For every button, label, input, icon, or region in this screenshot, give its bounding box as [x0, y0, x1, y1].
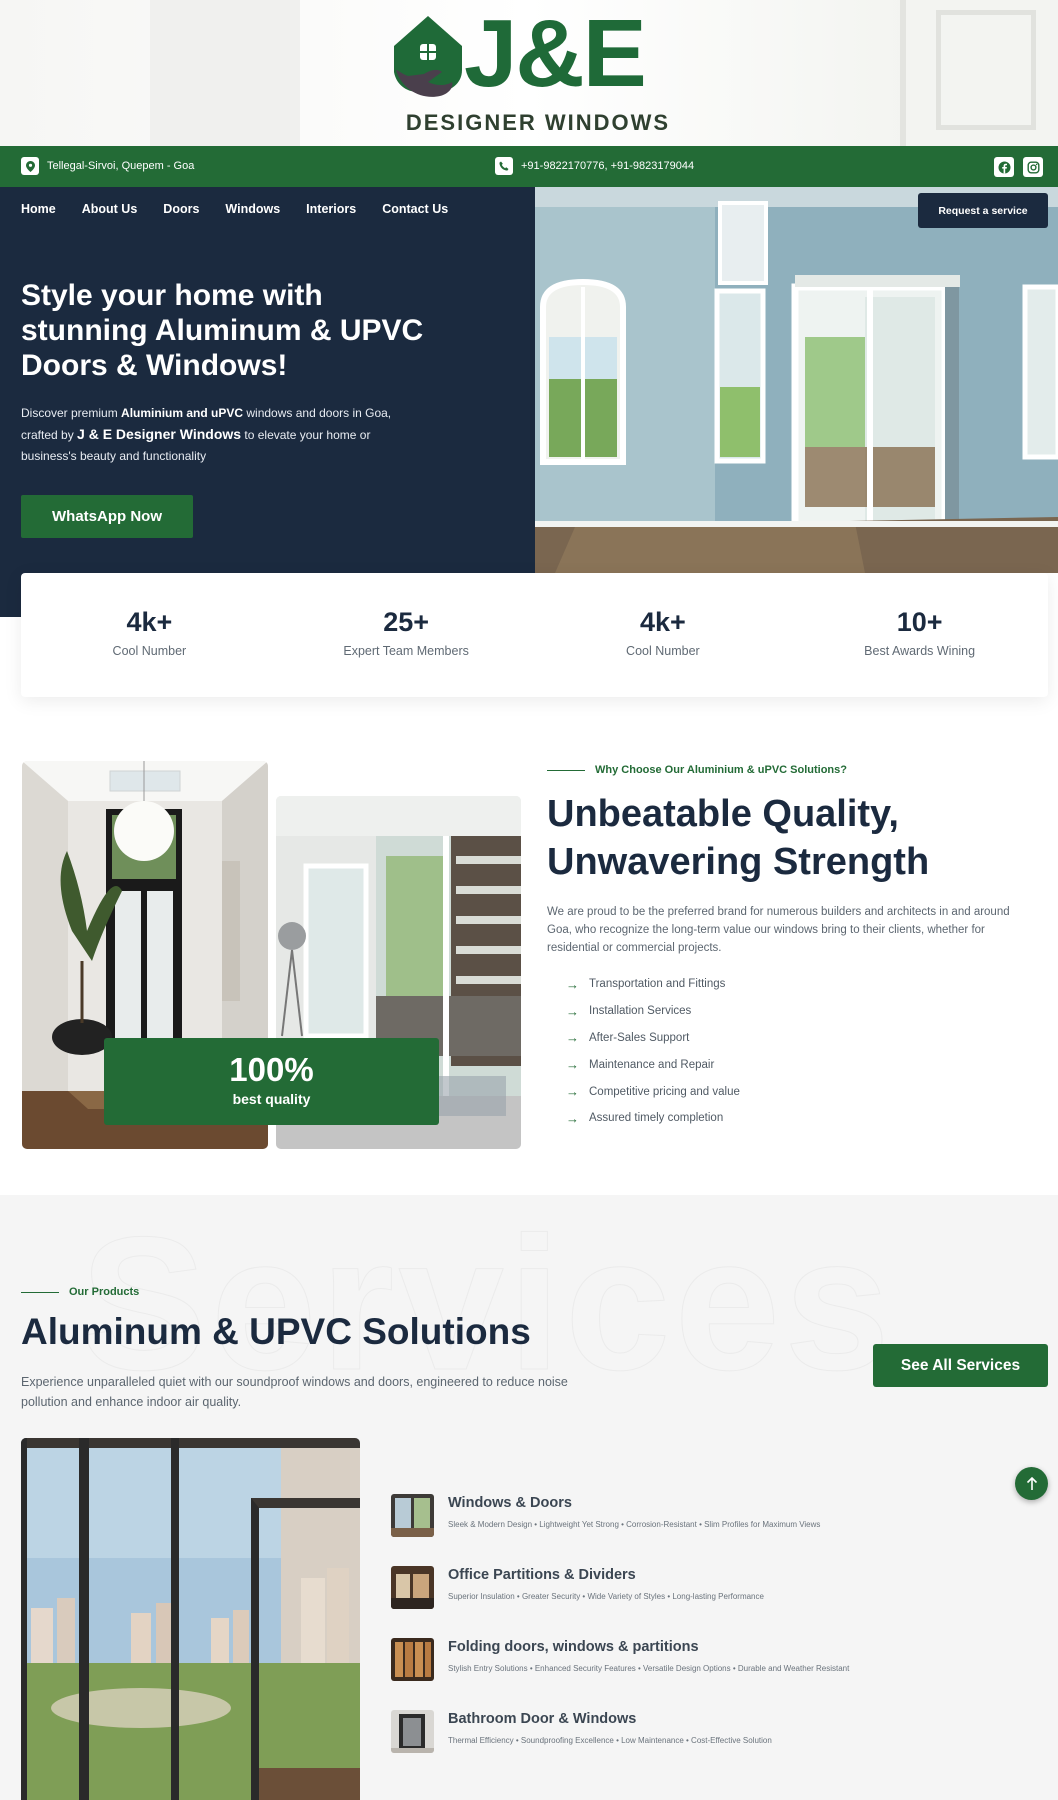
product-thumbnail	[391, 1710, 434, 1753]
arrow-right-icon: →	[566, 1057, 579, 1073]
arrow-right-icon: →	[566, 1110, 579, 1126]
product-item[interactable]: Bathroom Door & Windows Thermal Efficien…	[391, 1710, 1051, 1754]
list-item: → Assured timely completion	[566, 1105, 740, 1132]
why-feature-list: → Transportation and Fittings → Installati…	[566, 971, 740, 1132]
list-item: → Installation Services	[566, 998, 740, 1025]
badge-number: 100%	[229, 1051, 314, 1088]
arrow-right-icon: →	[566, 1084, 579, 1100]
why-title: Unbeatable Quality, Unwavering Strength	[547, 793, 930, 883]
stat-number: 10+	[896, 607, 943, 637]
map-pin-icon	[21, 157, 39, 175]
list-item: → Maintenance and Repair	[566, 1051, 740, 1078]
product-thumbnail	[391, 1566, 434, 1609]
services-description: Experience unparalleled quiet with our s…	[21, 1375, 568, 1409]
hero-desc-highlight: Aluminium and uPVC	[121, 406, 244, 420]
background-window-right	[900, 0, 1058, 146]
stat-item: 10+ Best Awards Wining	[791, 573, 1048, 697]
services-title: Aluminum & UPVC Solutions	[21, 1311, 531, 1352]
arrow-right-icon: →	[566, 1030, 579, 1046]
city-view-window-image	[21, 1438, 360, 1800]
stat-label: Best Awards Wining	[864, 644, 976, 658]
list-item: → Competitive pricing and value	[566, 1078, 740, 1105]
product-features: Stylish Entry Solutions • Enhanced Secur…	[448, 1664, 850, 1673]
scroll-to-top-button[interactable]	[1015, 1467, 1048, 1500]
contact-topbar: Tellegal-Sirvoi, Quepem - Goa +91-982217…	[0, 146, 1058, 187]
product-features: Sleek & Modern Design • Lightweight Yet …	[448, 1520, 821, 1529]
product-thumbnail	[391, 1494, 434, 1537]
product-features: Superior Insulation • Greater Security •…	[448, 1592, 764, 1601]
location-text: Tellegal-Sirvoi, Quepem - Goa	[47, 160, 195, 172]
hero-room-image	[535, 187, 1058, 573]
logo-tagline: DESIGNER WINDOWS	[405, 110, 671, 135]
phone-info[interactable]: +91-9822170776, +91-9823179044	[495, 157, 694, 175]
main-nav: Home About Us Doors Windows Interiors Co…	[21, 202, 448, 216]
product-item[interactable]: Folding doors, windows & partitions Styl…	[391, 1638, 1051, 1682]
list-item-label: Competitive pricing and value	[589, 1085, 740, 1098]
nav-item-doors[interactable]: Doors	[163, 202, 199, 216]
request-service-button[interactable]: Request a service	[918, 193, 1048, 228]
hero-title: Style your home with stunning Aluminum &…	[21, 279, 424, 382]
stat-label: Expert Team Members	[343, 644, 469, 658]
stat-number: 25+	[383, 607, 430, 637]
stats-card: 4k+ Cool Number 25+ Expert Team Members …	[21, 573, 1048, 697]
arrow-right-icon: →	[566, 1003, 579, 1019]
hero-section: Home About Us Doors Windows Interiors Co…	[0, 187, 535, 617]
services-eyebrow: Our Products	[21, 1286, 139, 1298]
product-item[interactable]: Office Partitions & Dividers Superior In…	[391, 1566, 1051, 1610]
location-info: Tellegal-Sirvoi, Quepem - Goa	[21, 157, 194, 175]
site-logo[interactable]: J&E DESIGNER WINDOWS	[388, 6, 688, 138]
instagram-icon[interactable]	[1023, 157, 1043, 177]
product-name: Windows & Doors	[448, 1495, 572, 1511]
product-name: Folding doors, windows & partitions	[448, 1639, 699, 1655]
arrow-right-icon: →	[566, 976, 579, 992]
stat-label: Cool Number	[626, 644, 700, 658]
product-item[interactable]: Windows & Doors Sleek & Modern Design • …	[391, 1494, 1051, 1538]
arrow-up-icon	[1026, 1476, 1037, 1490]
stat-number: 4k+	[639, 607, 686, 637]
why-description: We are proud to be the preferred brand f…	[547, 906, 1010, 954]
phone-icon	[495, 157, 513, 175]
list-item-label: After-Sales Support	[589, 1031, 690, 1044]
house-hand-logo-icon	[394, 16, 462, 97]
logo-header: J&E DESIGNER WINDOWS	[0, 0, 1058, 146]
nav-item-windows[interactable]: Windows	[225, 202, 280, 216]
phone-text: +91-9822170776, +91-9823179044	[521, 160, 695, 172]
nav-item-home[interactable]: Home	[21, 202, 56, 216]
nav-item-about-us[interactable]: About Us	[82, 202, 138, 216]
hero-desc-text: Discover premium	[21, 406, 122, 420]
list-item: → After-Sales Support	[566, 1025, 740, 1052]
list-item-label: Assured timely completion	[589, 1112, 724, 1125]
stat-item: 4k+ Cool Number	[535, 573, 792, 697]
background-window-left	[150, 0, 300, 146]
product-thumbnail	[391, 1638, 434, 1681]
stat-number: 4k+	[126, 607, 173, 637]
see-all-services-button[interactable]: See All Services	[873, 1344, 1048, 1387]
list-item-label: Maintenance and Repair	[589, 1058, 715, 1071]
hero-description: Discover premium Aluminium and uPVC wind…	[21, 403, 421, 467]
stat-item: 4k+ Cool Number	[21, 573, 278, 697]
product-name: Bathroom Door & Windows	[448, 1711, 637, 1727]
whatsapp-button[interactable]: WhatsApp Now	[21, 495, 193, 538]
stat-item: 25+ Expert Team Members	[278, 573, 535, 697]
nav-item-interiors[interactable]: Interiors	[306, 202, 356, 216]
hero-desc-brand: J & E Designer Windows	[77, 426, 242, 442]
badge-label: best quality	[232, 1091, 311, 1107]
facebook-icon[interactable]	[994, 157, 1014, 177]
product-features: Thermal Efficiency • Soundproofing Excel…	[448, 1736, 772, 1745]
quality-badge: 100% best quality	[104, 1038, 439, 1125]
list-item-label: Installation Services	[589, 1005, 692, 1018]
stat-label: Cool Number	[112, 644, 187, 658]
logo-wordmark: J&E	[464, 0, 647, 107]
product-name: Office Partitions & Dividers	[448, 1567, 636, 1583]
why-eyebrow: Why Choose Our Aluminium & uPVC Solution…	[547, 764, 847, 776]
nav-item-contact-us[interactable]: Contact Us	[382, 202, 448, 216]
services-section: Services Our Products Aluminum & UPVC So…	[0, 1195, 1058, 1800]
list-item-label: Transportation and Fittings	[589, 978, 726, 991]
social-links	[994, 157, 1043, 177]
list-item: → Transportation and Fittings	[566, 971, 740, 998]
